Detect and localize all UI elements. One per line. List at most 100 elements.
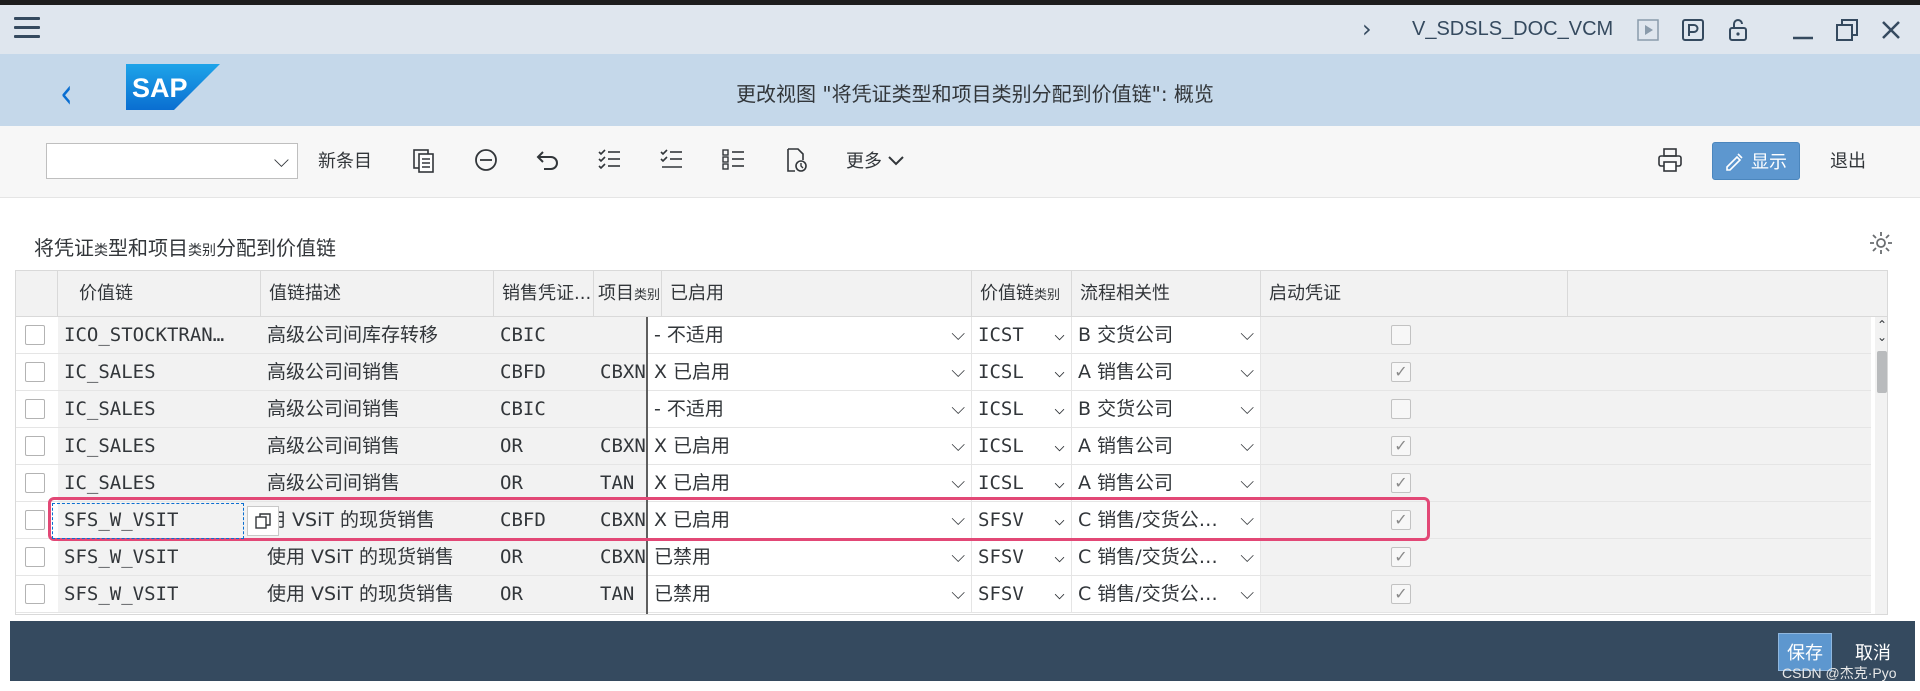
column-header-process-relevance[interactable]: 流程相关性 (1072, 271, 1261, 317)
start-document-checkbox[interactable] (1391, 399, 1411, 419)
item-category-cell[interactable]: CBXN (594, 539, 646, 575)
description-cell[interactable]: 高级公司间库存转移 (261, 317, 494, 353)
settings-gear-icon[interactable] (1868, 230, 1894, 256)
select-block-icon[interactable] (658, 140, 686, 180)
value-chain-cell[interactable]: IC_SALES (58, 428, 261, 464)
scroll-up-icon[interactable]: ⌃ ⌄ (1875, 319, 1887, 343)
description-cell[interactable]: 使用 VSiT 的现货销售 (261, 539, 494, 575)
process-relevance-dropdown[interactable]: B 交货公司 ⌵ (1072, 391, 1261, 427)
value-chain-category-dropdown[interactable]: ICSL ⌵ (972, 428, 1072, 464)
sales-doc-type-cell[interactable]: CBFD (494, 502, 594, 538)
enabled-dropdown[interactable]: X 已启用 ⌵ (648, 502, 972, 538)
table-row[interactable]: ICO_STOCKTRAN… 高级公司间库存转移 CBIC - 不适用 ⌵ ICST ⌵ B … (16, 317, 1871, 354)
delete-icon[interactable] (472, 140, 500, 180)
value-chain-category-dropdown[interactable]: ICST ⌵ (972, 317, 1072, 353)
start-document-checkbox[interactable] (1391, 325, 1411, 345)
value-chain-category-dropdown[interactable]: ICSL ⌵ (972, 354, 1072, 390)
value-chain-category-dropdown[interactable]: SFSV ⌵ (972, 576, 1072, 612)
view-select-dropdown[interactable]: ⌵ (46, 143, 298, 179)
start-document-checkbox[interactable]: ✓ (1391, 510, 1411, 530)
value-chain-cell[interactable]: SFS_W_VSIT (58, 502, 261, 538)
transport-icon[interactable] (782, 140, 810, 180)
table-row[interactable]: IC_SALES 高级公司间销售 OR CBXN X 已启用 ⌵ ICSL ⌵ A 销售公司 ⌵ ✓ (16, 428, 1871, 465)
start-document-checkbox[interactable]: ✓ (1391, 584, 1411, 604)
table-row[interactable]: IC_SALES 高级公司间销售 OR TAN X 已启用 ⌵ ICSL ⌵ A 销售公司 ⌵ ✓ (16, 465, 1871, 502)
value-chain-cell[interactable]: SFS_W_VSIT (58, 576, 261, 612)
table-row[interactable]: SFS_W_VSIT 使用 VSiT 的现货销售 OR TAN 已禁用 ⌵ SFSV ⌵ C … (16, 576, 1871, 613)
vertical-scrollbar[interactable]: ⌃ ⌄ (1875, 317, 1887, 614)
description-cell[interactable]: 高级公司间销售 (261, 428, 494, 464)
item-category-cell[interactable] (594, 317, 646, 353)
column-header-item-category[interactable]: 项目类别 (594, 271, 662, 317)
exit-button[interactable]: 退出 (1830, 140, 1866, 180)
value-chain-category-dropdown[interactable]: SFSV ⌵ (972, 539, 1072, 575)
process-relevance-dropdown[interactable]: A 销售公司 ⌵ (1072, 428, 1261, 464)
enabled-dropdown[interactable]: X 已启用 ⌵ (648, 465, 972, 501)
row-select-checkbox[interactable] (25, 584, 45, 604)
row-select-checkbox[interactable] (25, 547, 45, 567)
start-document-checkbox[interactable]: ✓ (1391, 473, 1411, 493)
sales-doc-type-cell[interactable]: CBIC (494, 391, 594, 427)
item-category-cell[interactable] (594, 391, 646, 427)
description-cell[interactable]: 使用 VSiT 的现货销售 (261, 576, 494, 612)
item-category-cell[interactable]: CBXN (594, 354, 646, 390)
column-header-sales-doc[interactable]: 销售凭证... (494, 271, 594, 317)
value-chain-cell[interactable]: IC_SALES (58, 391, 261, 427)
process-relevance-dropdown[interactable]: A 销售公司 ⌵ (1072, 354, 1261, 390)
deselect-all-icon[interactable] (720, 140, 748, 180)
value-chain-category-dropdown[interactable]: ICSL ⌵ (972, 465, 1072, 501)
column-header-start-document[interactable]: 启动凭证 (1261, 271, 1568, 317)
undo-icon[interactable] (534, 140, 562, 180)
print-icon[interactable] (1656, 140, 1684, 180)
menu-icon[interactable] (14, 17, 40, 41)
sales-doc-type-cell[interactable]: OR (494, 576, 594, 612)
column-header-value-chain[interactable]: 价值链 (58, 271, 261, 317)
sales-doc-type-cell[interactable]: OR (494, 539, 594, 575)
value-chain-cell[interactable]: ICO_STOCKTRAN… (58, 317, 261, 353)
process-relevance-dropdown[interactable]: A 销售公司 ⌵ (1072, 465, 1261, 501)
restore-icon[interactable] (1832, 15, 1862, 45)
item-category-cell[interactable]: CBXN (594, 502, 646, 538)
copy-entries-icon[interactable] (410, 140, 438, 180)
sales-doc-type-cell[interactable]: CBIC (494, 317, 594, 353)
start-document-checkbox[interactable]: ✓ (1391, 547, 1411, 567)
copy-icon[interactable] (247, 506, 279, 536)
sales-doc-type-cell[interactable]: OR (494, 428, 594, 464)
start-document-checkbox[interactable]: ✓ (1391, 436, 1411, 456)
description-cell[interactable]: 用 VSiT 的现货销售 (261, 502, 494, 538)
enabled-dropdown[interactable]: X 已启用 ⌵ (648, 354, 972, 390)
value-chain-category-dropdown[interactable]: SFSV ⌵ (972, 502, 1072, 538)
more-menu[interactable]: 更多 (846, 140, 906, 180)
item-category-cell[interactable]: TAN (594, 465, 646, 501)
parking-icon[interactable] (1678, 15, 1708, 45)
row-select-checkbox[interactable] (25, 325, 45, 345)
value-chain-cell[interactable]: IC_SALES (58, 465, 261, 501)
enabled-dropdown[interactable]: - 不适用 ⌵ (648, 317, 972, 353)
table-row[interactable]: IC_SALES 高级公司间销售 CBIC - 不适用 ⌵ ICSL ⌵ B 交货公司 ⌵ (16, 391, 1871, 428)
process-relevance-dropdown[interactable]: B 交货公司 ⌵ (1072, 317, 1261, 353)
row-select-checkbox[interactable] (25, 362, 45, 382)
process-relevance-dropdown[interactable]: C 销售/交货公… ⌵ (1072, 502, 1261, 538)
description-cell[interactable]: 高级公司间销售 (261, 465, 494, 501)
row-select-checkbox[interactable] (25, 399, 45, 419)
column-header-value-chain-category[interactable]: 价值链类别 (972, 271, 1072, 317)
description-cell[interactable]: 高级公司间销售 (261, 354, 494, 390)
enabled-dropdown[interactable]: X 已启用 ⌵ (648, 428, 972, 464)
row-select-checkbox[interactable] (25, 436, 45, 456)
start-document-checkbox[interactable]: ✓ (1391, 362, 1411, 382)
play-icon[interactable] (1633, 15, 1663, 45)
value-chain-cell[interactable]: SFS_W_VSIT (58, 539, 261, 575)
table-row[interactable]: IC_SALES 高级公司间销售 CBFD CBXN X 已启用 ⌵ ICSL ⌵ A 销售公司… (16, 354, 1871, 391)
unlock-icon[interactable] (1723, 15, 1753, 45)
sales-doc-type-cell[interactable]: CBFD (494, 354, 594, 390)
table-row[interactable]: SFS_W_VSIT 用 VSiT 的现货销售 CBFD CBXN X 已启用 ⌵ SFSV… (16, 502, 1871, 539)
scrollbar-thumb[interactable] (1877, 351, 1887, 393)
enabled-dropdown[interactable]: 已禁用 ⌵ (648, 576, 972, 612)
close-icon[interactable] (1876, 15, 1906, 45)
item-category-cell[interactable]: TAN (594, 576, 646, 612)
new-entry-button[interactable]: 新条目 (318, 140, 372, 180)
value-chain-cell[interactable]: IC_SALES (58, 354, 261, 390)
select-all-icon[interactable] (596, 140, 624, 180)
row-select-checkbox[interactable] (25, 473, 45, 493)
column-header-description[interactable]: 值链描述 (261, 271, 494, 317)
